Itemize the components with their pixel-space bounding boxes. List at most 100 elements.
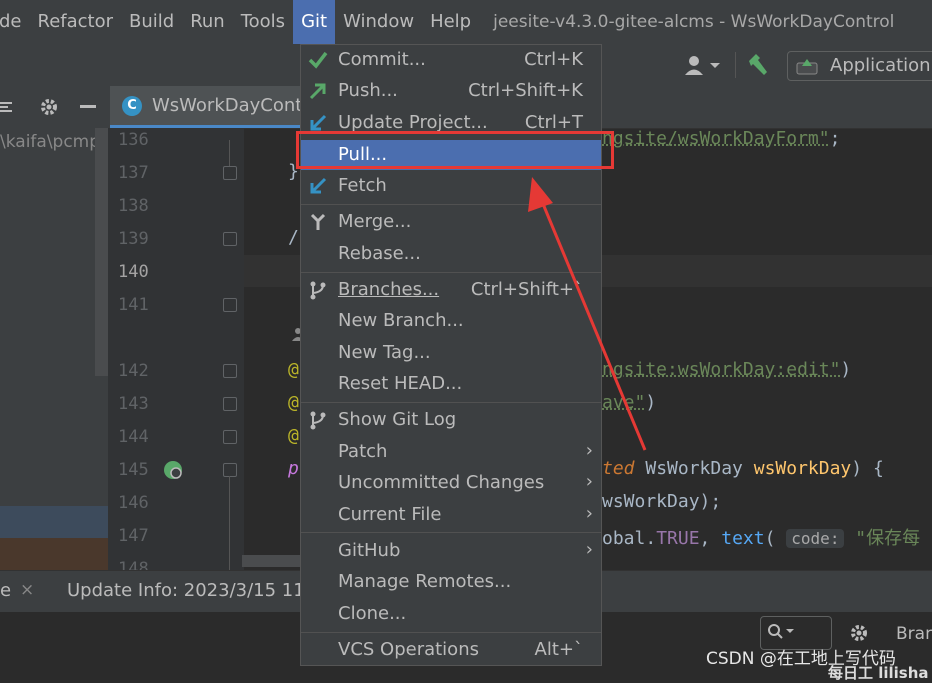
class-icon: C <box>122 96 142 116</box>
check-icon <box>308 50 328 70</box>
code-line-136: ngsite/wsWorkDayForm"; <box>602 128 840 149</box>
menu-run[interactable]: Run <box>182 0 233 44</box>
fold-marker[interactable] <box>223 430 237 444</box>
menu-bar: de Refactor Build Run Tools Git Window H… <box>0 0 932 44</box>
collapse-all-icon[interactable] <box>0 98 14 116</box>
toolbar-divider <box>735 52 736 78</box>
menu-item-current-file[interactable]: Current File › <box>301 500 601 530</box>
minimize-icon[interactable] <box>80 105 96 108</box>
fold-marker[interactable] <box>223 166 237 180</box>
menu-window[interactable]: Window <box>335 0 422 44</box>
tool-tab-fragment[interactable]: e <box>0 580 11 601</box>
code-text: @ <box>288 392 299 413</box>
menu-separator <box>301 272 601 273</box>
menu-separator <box>301 632 601 633</box>
gear-icon[interactable] <box>38 96 60 118</box>
menu-item-rebase[interactable]: Rebase... <box>301 239 601 269</box>
git-log-icon <box>308 410 328 430</box>
fold-marker[interactable] <box>223 364 237 378</box>
submenu-arrow-icon: › <box>586 440 593 461</box>
line-number: 147 <box>118 526 158 546</box>
menu-item-uncommitted-changes[interactable]: Uncommitted Changes › <box>301 468 601 498</box>
fold-marker[interactable] <box>223 463 237 477</box>
line-number: 146 <box>118 493 158 513</box>
line-number: 139 <box>118 229 158 249</box>
menu-tools[interactable]: Tools <box>233 0 293 44</box>
fold-guide <box>229 476 230 570</box>
fetch-arrow-icon <box>308 176 328 196</box>
menu-refactor[interactable]: Refactor <box>30 0 122 44</box>
line-number: 142 <box>118 361 158 381</box>
line-number: 143 <box>118 394 158 414</box>
push-arrow-icon <box>308 81 328 101</box>
code-line-147: obal.TRUE, text( code: "保存每 <box>602 524 920 550</box>
tab-wsworkdaycontroller[interactable]: C WsWorkDayControl <box>110 86 300 128</box>
submenu-arrow-icon: › <box>586 471 593 492</box>
settings-gear-icon[interactable] <box>848 622 870 644</box>
menu-help[interactable]: Help <box>422 0 479 44</box>
line-number: 145 <box>118 460 158 480</box>
menu-item-show-git-log[interactable]: Show Git Log <box>301 405 601 435</box>
code-text: @ <box>288 425 299 446</box>
line-number: 141 <box>118 295 158 315</box>
submenu-arrow-icon: › <box>586 503 593 524</box>
update-info-tab[interactable]: Update Info: 2023/3/15 11 <box>67 580 305 601</box>
fold-marker[interactable] <box>223 298 237 312</box>
run-configuration-selector[interactable]: Application <box>787 51 932 81</box>
merge-icon <box>308 212 328 232</box>
menu-item-vcs-operations[interactable]: VCS Operations Alt+` <box>301 635 601 665</box>
code-text: p <box>288 458 299 479</box>
run-config-label: Application <box>830 52 931 80</box>
menu-code[interactable]: de <box>0 0 30 44</box>
line-number: 138 <box>118 196 158 216</box>
project-panel: \kaifa\pcmp <box>0 128 108 576</box>
menu-item-reset-head[interactable]: Reset HEAD... <box>301 369 601 399</box>
code-line-145: ted WsWorkDay wsWorkDay) { <box>602 458 884 479</box>
project-panel-header <box>0 86 108 129</box>
menu-item-github[interactable]: GitHub › <box>301 536 601 566</box>
log-entry-fragment: 每日工 lilisha <box>828 662 929 683</box>
code-line-143: ave") <box>602 392 656 413</box>
branch-icon <box>308 280 328 300</box>
menu-item-new-tag[interactable]: New Tag... <box>301 338 601 368</box>
build-hammer-icon[interactable] <box>745 52 771 78</box>
annotation-highlight-box <box>296 131 614 169</box>
fold-marker[interactable] <box>223 397 237 411</box>
menu-build[interactable]: Build <box>121 0 182 44</box>
project-scrollbar[interactable] <box>95 128 108 376</box>
branches-label[interactable]: Bran <box>896 624 932 644</box>
menu-separator <box>301 204 601 205</box>
menu-item-fetch[interactable]: Fetch <box>301 171 601 201</box>
menu-item-push[interactable]: Push... Ctrl+Shift+K <box>301 76 601 106</box>
menu-item-clone[interactable]: Clone... <box>301 599 601 629</box>
user-icon[interactable] <box>682 54 722 76</box>
window-title: jeesite-v4.3.0-gitee-alcms - WsWorkDayCo… <box>493 12 894 32</box>
application-config-icon <box>796 57 818 75</box>
close-icon[interactable]: × <box>20 580 34 600</box>
line-number: 137 <box>118 163 158 183</box>
menu-separator <box>301 402 601 403</box>
update-arrow-icon <box>308 113 328 133</box>
menu-item-patch[interactable]: Patch › <box>301 437 601 467</box>
line-number: 148 <box>118 559 158 570</box>
code-line-142: ngsite:wsWorkDay:edit") <box>602 359 851 380</box>
parameter-hint: code: <box>786 529 844 548</box>
fold-guide <box>229 140 230 166</box>
menu-item-commit[interactable]: Commit... Ctrl+K <box>301 45 601 75</box>
menu-item-new-branch[interactable]: New Branch... <box>301 306 601 336</box>
spring-web-icon[interactable] <box>162 459 184 481</box>
menu-item-merge[interactable]: Merge... <box>301 207 601 237</box>
project-path: \kaifa\pcmp <box>0 132 100 152</box>
project-selected-row[interactable] <box>0 506 108 538</box>
fold-marker[interactable] <box>223 232 237 246</box>
menu-item-branches[interactable]: Branches... Ctrl+Shift+` <box>301 275 601 305</box>
code-line-146: wsWorkDay); <box>602 491 721 512</box>
menu-git[interactable]: Git <box>293 0 335 44</box>
line-number: 136 <box>118 130 158 150</box>
search-icon <box>767 623 795 641</box>
code-text: @ <box>288 359 299 380</box>
code-text: / <box>288 227 299 248</box>
menu-separator <box>301 532 601 533</box>
menu-item-manage-remotes[interactable]: Manage Remotes... <box>301 567 601 597</box>
submenu-arrow-icon: › <box>586 539 593 560</box>
